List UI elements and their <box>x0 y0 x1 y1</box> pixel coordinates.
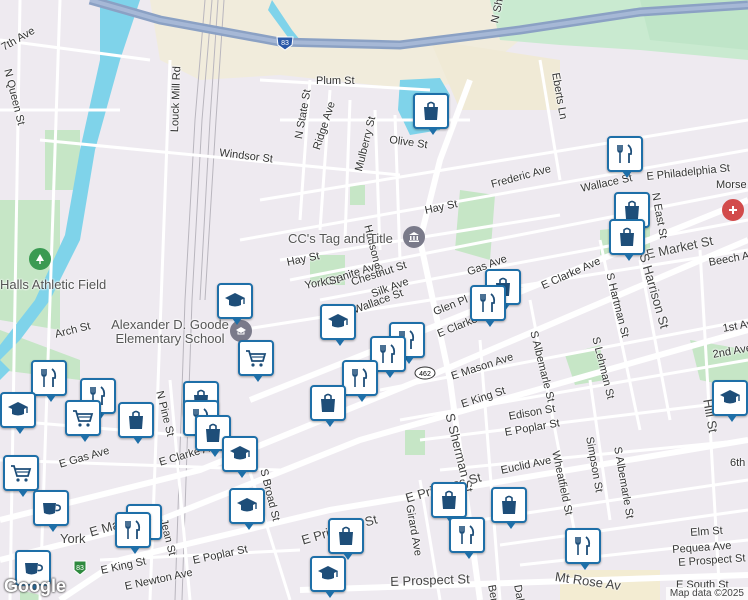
shopping-icon <box>321 393 335 412</box>
place-label[interactable]: Halls Athletic Field <box>0 278 106 291</box>
interstate-83-shield: 83 <box>276 35 294 56</box>
cafe-icon <box>43 503 61 515</box>
shopping-marker[interactable] <box>609 219 645 261</box>
place-label[interactable]: Alexander D. Goode Elementary School <box>100 318 240 346</box>
hospital-icon[interactable] <box>722 199 744 221</box>
street-label: Ben <box>485 583 501 600</box>
school-marker[interactable] <box>229 488 265 530</box>
street-label: York <box>60 531 86 546</box>
map-canvas[interactable]: 83 462 83 N Sherman St Plum St Louck Mil… <box>0 0 748 600</box>
grocery-icon <box>11 465 32 482</box>
shopping-marker[interactable] <box>431 482 467 524</box>
grocery-icon <box>246 350 267 367</box>
school-icon <box>8 402 28 416</box>
school-icon <box>225 293 245 307</box>
restaurant-icon <box>575 536 591 555</box>
shopping-icon <box>339 526 353 545</box>
shopping-icon <box>502 495 516 514</box>
shopping-icon <box>442 490 456 509</box>
street-label: Dal <box>511 583 526 600</box>
shopping-icon <box>424 101 438 120</box>
school-marker[interactable] <box>320 304 356 346</box>
restaurant-icon <box>480 293 496 312</box>
grocery-marker[interactable] <box>65 400 101 442</box>
street-label: 6th <box>730 457 746 469</box>
restaurant-icon <box>41 368 57 387</box>
school-marker[interactable] <box>217 283 253 325</box>
restaurant-icon <box>352 368 368 387</box>
cafe-marker[interactable] <box>33 490 69 532</box>
shield-label: 83 <box>281 40 289 47</box>
school-icon <box>720 390 740 404</box>
shield-label: 462 <box>419 371 431 378</box>
bank-icon[interactable] <box>403 226 425 248</box>
shopping-icon <box>129 410 143 429</box>
school-icon <box>237 498 257 512</box>
shopping-marker[interactable] <box>491 487 527 529</box>
restaurant-marker[interactable] <box>31 360 67 402</box>
grocery-icon <box>73 410 94 427</box>
street-label: E Prospect St <box>389 571 470 589</box>
restaurant-marker[interactable] <box>607 136 643 178</box>
shopping-icon <box>620 227 634 246</box>
restaurant-icon <box>125 520 141 539</box>
grocery-marker[interactable] <box>238 340 274 382</box>
google-logo: Google <box>4 576 66 596</box>
shield-label: 83 <box>76 565 84 572</box>
place-label[interactable]: CC's Tag and Title <box>288 232 393 245</box>
restaurant-icon <box>380 344 396 363</box>
map-attribution[interactable]: Map data ©2025 <box>665 587 748 600</box>
route-83-shield: 83 <box>72 560 88 581</box>
park-icon[interactable] <box>29 248 51 270</box>
restaurant-marker[interactable] <box>565 528 601 570</box>
school-icon <box>230 446 250 460</box>
school-icon <box>318 566 338 580</box>
shopping-marker[interactable] <box>413 93 449 135</box>
school-marker[interactable] <box>712 380 748 422</box>
restaurant-marker[interactable] <box>449 517 485 559</box>
street-label: Louck Mill Rd <box>169 65 184 133</box>
shopping-marker[interactable] <box>118 402 154 444</box>
route-462-shield: 462 <box>414 366 436 385</box>
restaurant-marker[interactable] <box>470 285 506 327</box>
street-label: Elm St <box>689 524 724 539</box>
restaurant-icon <box>617 144 633 163</box>
restaurant-marker[interactable] <box>342 360 378 402</box>
shopping-marker[interactable] <box>310 385 346 427</box>
street-label: Morse <box>716 179 747 191</box>
restaurant-marker[interactable] <box>115 512 151 554</box>
shopping-marker[interactable] <box>328 518 364 560</box>
street-label: Plum St <box>316 75 355 87</box>
school-marker[interactable] <box>0 392 36 434</box>
school-marker[interactable] <box>310 556 346 598</box>
restaurant-icon <box>459 525 475 544</box>
grocery-marker[interactable] <box>3 455 39 497</box>
school-marker[interactable] <box>222 436 258 478</box>
school-icon <box>328 314 348 328</box>
